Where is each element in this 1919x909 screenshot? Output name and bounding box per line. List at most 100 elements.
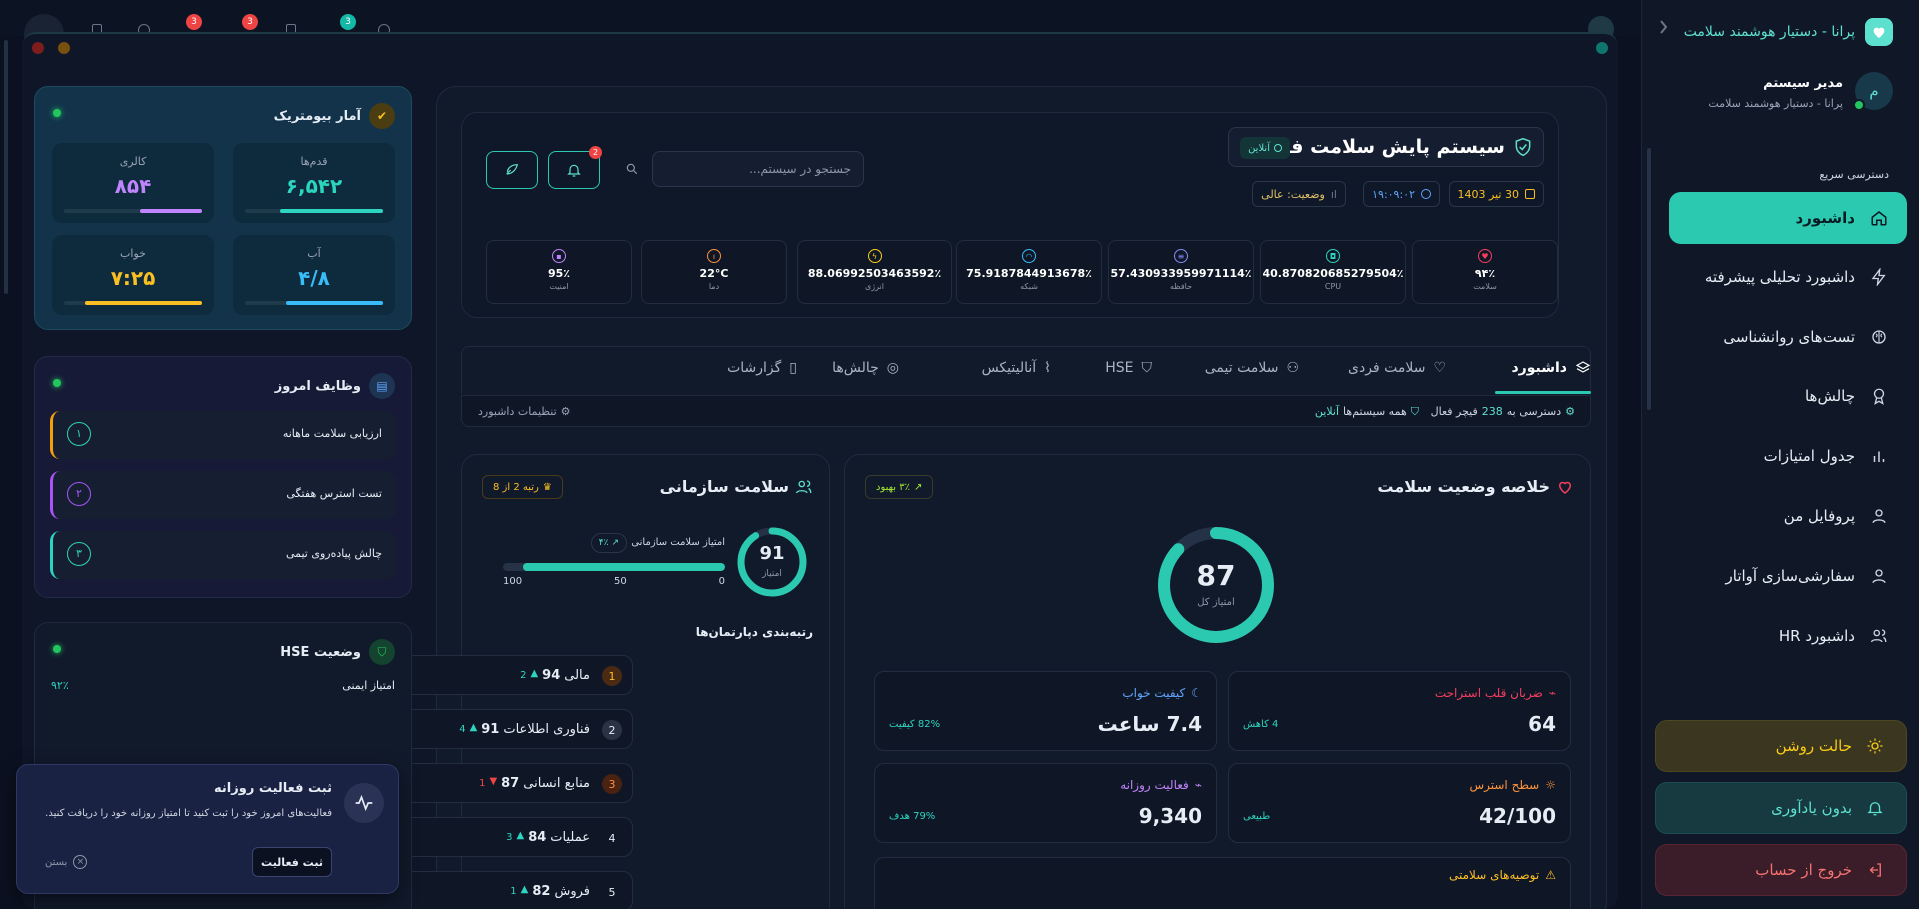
signal-icon: ıl (1330, 187, 1337, 201)
theme-toggle-button[interactable] (486, 151, 538, 189)
status-bar (461, 395, 1591, 427)
page-scrollbar[interactable] (4, 40, 8, 294)
tab-challenges[interactable]: ◎ چالش‌ها (832, 360, 899, 376)
trend-up-icon: ↗ (611, 538, 619, 548)
tasks-title: وظایف امروز (274, 378, 361, 394)
sidebar-item-avatar-custom[interactable]: سفارشی‌سازی آواتار (1669, 550, 1907, 602)
window-minimize-dot[interactable] (58, 42, 70, 54)
tab-label: داشبورد (1511, 360, 1568, 376)
lock-icon: ▪ (552, 249, 566, 263)
user-subtitle: پرانا - دستیار هوشمند سلامت (1708, 97, 1843, 110)
no-reminder-button[interactable]: بدون یادآوری (1655, 782, 1907, 834)
org-score-value: 91 (759, 543, 785, 564)
window-status-dot (1596, 42, 1608, 54)
total-score-label: امتیاز کل (1197, 597, 1235, 608)
kpi-temperature: ı 22°C دما (641, 240, 787, 304)
activity-toast: ثبت فعالیت روزانه فعالیت‌های امروز خود ر… (16, 764, 399, 894)
recommendations-box: ⚠ توصیه‌های سلامتی (874, 857, 1571, 909)
metric-value: 64 (1528, 712, 1556, 736)
biometric-steps: قدم‌ها ۶,۵۴۲ (233, 143, 395, 223)
avatar-initial: م (1869, 82, 1879, 100)
metric-value: 9,340 (1138, 804, 1202, 828)
collapse-sidebar-icon[interactable] (1658, 20, 1668, 34)
task-item[interactable]: چالش پیاده‌روی تیمی ۳ (50, 531, 396, 579)
sidebar-item-hr-dashboard[interactable]: داشبورد HR (1669, 610, 1907, 662)
sidebar-item-label: داشبورد تحلیلی پیشرفته (1704, 268, 1855, 286)
sidebar-scrollbar[interactable] (1647, 148, 1651, 410)
chart-icon: ⌇ (1044, 360, 1051, 376)
task-number: ۱ (67, 422, 91, 446)
tick-label: 100 (503, 576, 523, 587)
bio-track (245, 209, 383, 213)
dept-score: 84 (528, 830, 547, 845)
window-close-dot[interactable] (32, 42, 44, 54)
total-score-value: 87 (1196, 559, 1236, 592)
sidebar-item-psych-tests[interactable]: تست‌های روانشناسی (1669, 311, 1907, 363)
rank-number: 2 (602, 720, 622, 740)
heart-logo-icon (1865, 18, 1893, 46)
dept-delta: 2 (520, 670, 527, 681)
light-mode-button[interactable]: حالت روشن (1655, 720, 1907, 772)
bio-track (64, 301, 202, 305)
bio-fill (84, 301, 202, 305)
tab-dashboard[interactable]: داشبورد (1512, 360, 1592, 376)
thermometer-icon: ı (707, 249, 721, 263)
hse-score-value: ۹۲٪ (51, 679, 69, 692)
tab-analytics[interactable]: ⌇ آنالیتیکس (982, 360, 1051, 376)
dept-info: فناوری اطلاعات 91 ▲ 4 (459, 722, 590, 737)
task-number: ۳ (67, 542, 91, 566)
status-value: وضعیت: عالی (1261, 187, 1325, 201)
tab-label: سلامت فردی (1348, 360, 1426, 376)
heart-icon: ♡ (1433, 360, 1446, 376)
brain-icon (1869, 327, 1889, 347)
shield-check-icon: ⛉ (369, 639, 395, 665)
sun-icon: ☼ (1545, 778, 1556, 792)
home-icon (1869, 208, 1889, 228)
task-item[interactable]: تست استرس هفتگی ۲ (50, 471, 396, 519)
tab-hse[interactable]: ⛉ HSE (1105, 360, 1152, 376)
warning-icon: ⚠ (1545, 868, 1556, 882)
sidebar-item-dashboard[interactable]: داشبورد (1669, 192, 1907, 244)
bolt-icon: ϟ (867, 249, 882, 263)
dept-delta: 4 (459, 724, 466, 735)
notification-button[interactable]: 2 (548, 146, 602, 189)
dept-name: عملیات (550, 830, 590, 845)
avatar: م (1853, 72, 1893, 111)
dashboard-settings-link[interactable]: ⚙ تنظیمات داشبورد (478, 405, 571, 418)
metric-title: کیفیت خواب (1122, 686, 1186, 700)
kpi-value: 95٪ (547, 267, 571, 280)
bio-fill (139, 209, 202, 213)
search-input[interactable]: جستجو در سیستم... (652, 151, 864, 187)
task-item[interactable]: ارزیابی سلامت ماهانه ۱ (50, 411, 396, 459)
trend-up-icon: ↗ (913, 481, 923, 493)
bio-value: ۴/۸ (298, 266, 330, 290)
sidebar-header: پرانا - دستیار هوشمند سلامت (1684, 16, 1893, 48)
dept-delta: 3 (506, 832, 513, 843)
bell-icon (566, 162, 582, 178)
tab-team-health[interactable]: ⚇ سلامت تیمی (1205, 360, 1299, 376)
sidebar-item-label: تست‌های روانشناسی (1723, 328, 1855, 346)
org-health-title: سلامت سازمانی (659, 477, 789, 496)
log-activity-button[interactable]: ثبت فعالیت (252, 847, 332, 877)
metric-note: 82% کیفیت (889, 719, 941, 730)
dept-info: عملیات 84 ▲ 3 (506, 830, 590, 845)
tab-reports[interactable]: ▯ گزارشات (727, 360, 797, 376)
online-dot (1853, 99, 1865, 111)
search-icon[interactable] (625, 162, 639, 176)
sidebar-item-challenges[interactable]: چالش‌ها (1669, 370, 1907, 422)
sidebar-item-my-profile[interactable]: پروفایل من (1669, 490, 1907, 542)
toast-body: فعالیت‌های امروز خود را ثبت کنید تا امتی… (45, 808, 332, 819)
activity-icon: ⌁ (1194, 778, 1202, 792)
dept-score: 82 (532, 884, 551, 899)
dept-info: فروش 82 ▲ 1 (510, 884, 590, 899)
sidebar-item-leaderboard[interactable]: جدول امتیازات (1669, 430, 1907, 482)
trend-up-icon: ▲ (530, 668, 539, 679)
kpi-label: سلامت (1473, 282, 1497, 291)
moon-icon: ☾ (1191, 686, 1202, 700)
tab-individual-health[interactable]: ♡ سلامت فردی (1348, 360, 1446, 376)
sidebar-item-advanced-dashboard[interactable]: داشبورد تحلیلی پیشرفته (1669, 251, 1907, 303)
trophy-icon: ♛ (542, 481, 552, 493)
logout-button[interactable]: خروج از حساب (1655, 844, 1907, 896)
toast-close-button[interactable]: × بستن (45, 855, 88, 869)
user-profile[interactable]: م مدیر سیستم پرانا - دستیار هوشمند سلامت (1708, 72, 1893, 111)
